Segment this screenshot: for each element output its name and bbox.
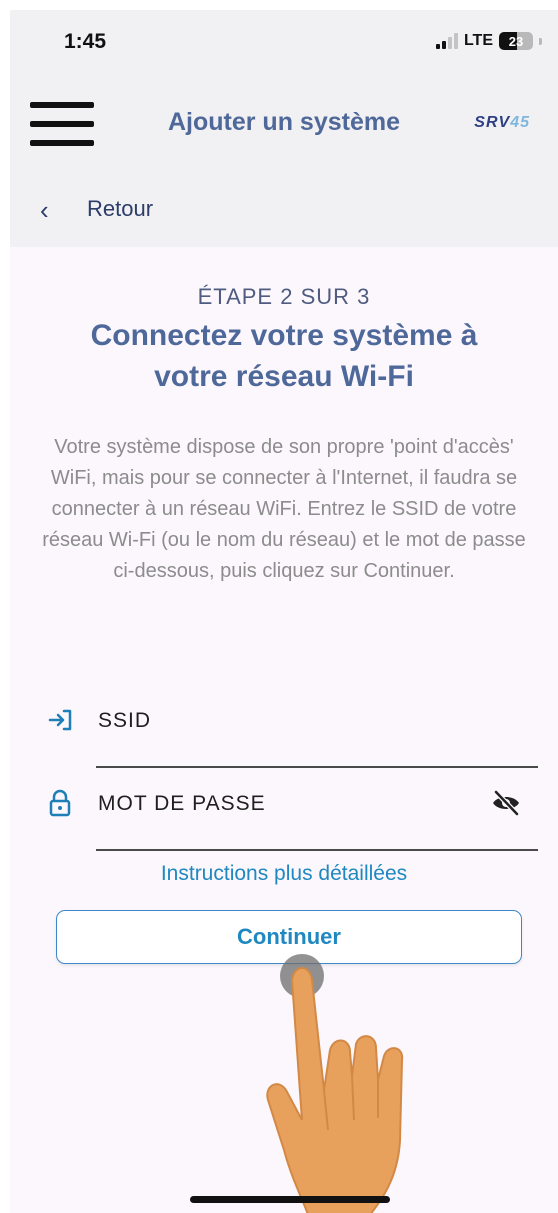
battery-level: 23: [508, 33, 524, 49]
section-heading: Connectez votre système à votre réseau W…: [90, 319, 478, 393]
lock-icon: [49, 789, 71, 817]
description-text: Votre système dispose de son propre 'poi…: [42, 436, 526, 582]
logo-number: 45: [510, 114, 530, 131]
ssid-input[interactable]: SSID: [98, 709, 151, 733]
step-indicator: ÉTAPE 2 SUR 3: [197, 284, 371, 309]
signal-icon: [435, 33, 458, 49]
brand-logo: SRV45: [474, 114, 530, 132]
password-underline: [96, 849, 538, 851]
logo-text: SRV: [474, 114, 511, 131]
detailed-instructions-link[interactable]: Instructions plus détaillées: [10, 862, 558, 886]
battery-tip: [539, 37, 542, 45]
ssid-field[interactable]: SSID: [46, 692, 538, 768]
battery-icon: 23: [499, 32, 533, 50]
phone-screen: 1:45 LTE 23 Ajouter un système SRV45 ‹ R…: [10, 10, 558, 1213]
back-navigation[interactable]: ‹ Retour: [10, 175, 558, 247]
pointing-hand-icon: [266, 954, 404, 1213]
ssid-underline: [96, 766, 538, 768]
password-input[interactable]: MOT DE PASSE: [98, 792, 266, 816]
login-icon: [48, 709, 72, 731]
eye-off-icon[interactable]: [490, 789, 522, 817]
home-indicator: [190, 1196, 390, 1203]
status-time: 1:45: [64, 30, 107, 53]
chevron-left-icon[interactable]: ‹: [40, 195, 49, 226]
network-type: LTE: [463, 32, 493, 49]
status-bar: 1:45 LTE 23: [10, 10, 558, 80]
status-indicators: LTE 23: [435, 32, 542, 50]
app-bar: Ajouter un système SRV45: [10, 80, 558, 175]
password-field[interactable]: MOT DE PASSE: [46, 775, 538, 851]
back-button[interactable]: Retour: [87, 196, 153, 222]
